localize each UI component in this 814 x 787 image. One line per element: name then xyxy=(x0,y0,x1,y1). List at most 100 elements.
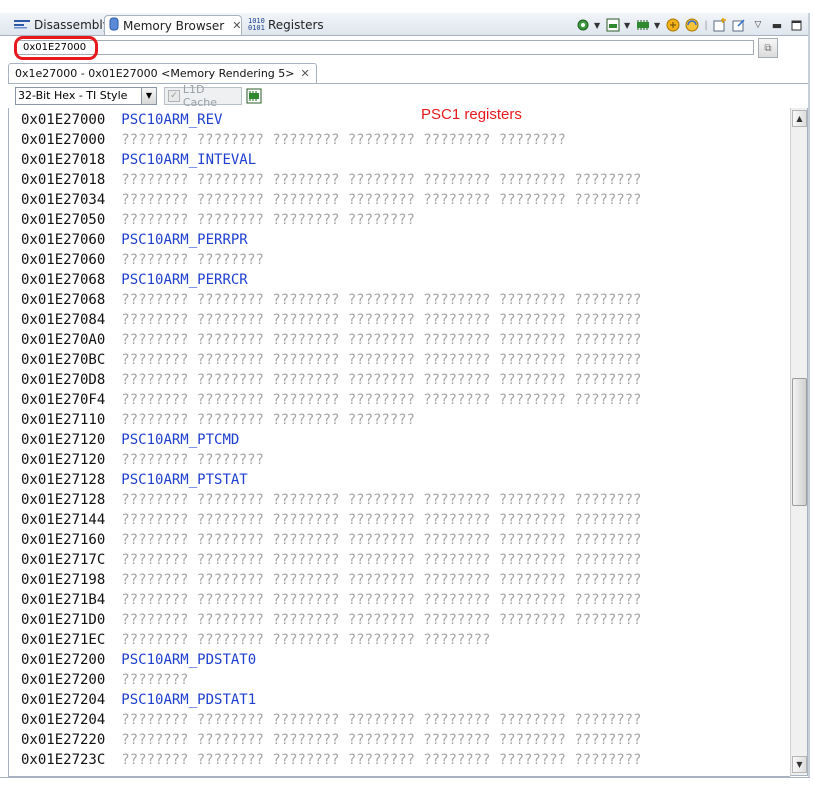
view-menu-icon[interactable]: ▽ xyxy=(750,17,766,33)
chevron-down-icon[interactable]: ▼ xyxy=(141,88,156,104)
memory-values: ???????? ???????? ???????? ???????? ????… xyxy=(121,752,642,768)
memory-data-row[interactable]: 0x01E270F4 ???????? ???????? ???????? ???… xyxy=(21,390,641,410)
register-label-row[interactable]: 0x01E27060 PSC10ARM_PERRPR xyxy=(21,230,248,250)
memory-data-row[interactable]: 0x01E27110 ???????? ???????? ???????? ???… xyxy=(21,410,415,430)
memory-data-row[interactable]: 0x01E27060 ???????? ???????? xyxy=(21,250,264,270)
memory-data-row[interactable]: 0x01E270D8 ???????? ???????? ???????? ???… xyxy=(21,370,641,390)
vertical-scrollbar[interactable]: ▲ ▼ xyxy=(790,108,808,776)
memory-data-row[interactable]: 0x01E27034 ???????? ???????? ???????? ???… xyxy=(21,190,641,210)
memory-address: 0x01E27220 xyxy=(21,732,106,748)
memory-data-row[interactable]: 0x01E271EC ???????? ???????? ???????? ???… xyxy=(21,630,490,650)
memory-address: 0x01E2723C xyxy=(21,752,106,768)
go-button[interactable]: ⧉ xyxy=(758,38,778,58)
memory-address: 0x01E270A0 xyxy=(21,332,106,348)
memory-view[interactable]: 0x01E27000 PSC10ARM_REV 0x01E27000????????… xyxy=(8,108,790,777)
memory-address: 0x01E270F4 xyxy=(21,392,106,408)
register-label: PSC10ARM_PDSTAT0 xyxy=(121,652,257,668)
scrollbar-thumb[interactable] xyxy=(792,378,807,506)
pin-view-icon[interactable] xyxy=(731,17,747,33)
scroll-up-button[interactable]: ▲ xyxy=(792,110,807,127)
refresh-icon[interactable] xyxy=(684,17,700,33)
memory-address: 0x01E27204 xyxy=(21,712,106,728)
memory-address: 0x01E27200 xyxy=(21,652,106,668)
memory-address: 0x01E270D8 xyxy=(21,372,106,388)
memory-values: ???????? ???????? ???????? ???????? ????… xyxy=(121,492,642,508)
memory-address: 0x01E270BC xyxy=(21,352,106,368)
cache-checkbox: ✓ xyxy=(168,90,180,102)
register-label-row[interactable]: 0x01E27068 PSC10ARM_PERRCR xyxy=(21,270,248,290)
memory-data-row[interactable]: 0x01E27220 ???????? ???????? ???????? ???… xyxy=(21,730,641,750)
chip-icon[interactable] xyxy=(246,88,262,104)
register-label-row[interactable]: 0x01E27128 PSC10ARM_PTSTAT xyxy=(21,470,248,490)
memory-data-row[interactable]: 0x01E270A0 ???????? ???????? ???????? ???… xyxy=(21,330,641,350)
close-icon[interactable]: ✕ xyxy=(301,67,310,80)
memory-data-row[interactable]: 0x01E271B4 ???????? ???????? ???????? ???… xyxy=(21,590,641,610)
memory-data-row[interactable]: 0x01E27160 ???????? ???????? ???????? ???… xyxy=(21,530,641,550)
memory-values: ???????? ???????? ???????? ???????? xyxy=(121,412,415,428)
format-toolbar: 32-Bit Hex - TI Style ▼ ✓ L1D Cache xyxy=(8,83,810,109)
memory-data-row[interactable]: 0x01E2723C ???????? ???????? ???????? ???… xyxy=(21,750,641,770)
disassembly-icon xyxy=(14,18,30,32)
address-input[interactable] xyxy=(16,40,754,55)
memory-data-row[interactable]: 0x01E27018 ???????? ???????? ???????? ???… xyxy=(21,170,641,190)
chevron-down-icon[interactable]: ▼ xyxy=(624,21,632,30)
memory-values: ???????? ???????? ???????? ???????? ????… xyxy=(121,352,642,368)
memory-data-row[interactable]: 0x01E2717C ???????? ???????? ???????? ???… xyxy=(21,550,641,570)
tab-memory-browser[interactable]: Memory Browser ✕ xyxy=(104,15,242,35)
view-toolbar: ▼ ▼ ▼ | ▽ ▬ xyxy=(575,15,804,35)
chip-icon[interactable] xyxy=(635,17,651,33)
register-label: PSC10ARM_PDSTAT1 xyxy=(121,692,257,708)
format-select[interactable]: 32-Bit Hex - TI Style ▼ xyxy=(15,87,157,105)
tab-disassembly[interactable]: Disassembly xyxy=(10,15,114,35)
tab-registers[interactable]: 1010 0101 Registers xyxy=(244,15,328,35)
register-label: PSC10ARM_PERRCR xyxy=(121,272,248,288)
tab-label: Memory Browser xyxy=(123,18,225,33)
memory-address: 0x01E27068 xyxy=(21,272,106,288)
memory-data-row[interactable]: 0x01E27198 ???????? ???????? ???????? ???… xyxy=(21,570,641,590)
register-label-row[interactable]: 0x01E27120 PSC10ARM_PTCMD xyxy=(21,430,239,450)
cache-label: L1D Cache xyxy=(182,83,218,109)
chevron-down-icon[interactable]: ▼ xyxy=(654,21,662,30)
maximize-icon[interactable] xyxy=(788,17,804,33)
memory-address: 0x01E27160 xyxy=(21,532,106,548)
close-icon[interactable]: ✕ xyxy=(232,19,241,32)
import-icon[interactable] xyxy=(665,17,681,33)
memory-address: 0x01E27200 xyxy=(21,672,106,688)
rendering-tab-bar: 0x1e27000 - 0x01E27000 <Memory Rendering… xyxy=(8,61,810,84)
memory-values: ???????? ???????? ???????? ???????? ????… xyxy=(121,192,642,208)
memory-data-row[interactable]: 0x01E27144 ???????? ???????? ???????? ???… xyxy=(21,510,641,530)
chevron-down-icon[interactable]: ▼ xyxy=(594,21,602,30)
memory-values: ???????? ???????? ???????? ???????? ????… xyxy=(121,332,642,348)
memory-data-row[interactable]: 0x01E27128 ???????? ???????? ???????? ???… xyxy=(21,490,641,510)
memory-data-row[interactable]: 0x01E27000 ???????? ???????? ???????? ???… xyxy=(21,130,566,150)
memory-address: 0x01E27198 xyxy=(21,572,106,588)
register-label: PSC10ARM_PTCMD xyxy=(121,432,240,448)
register-label-row[interactable]: 0x01E27000 PSC10ARM_REV xyxy=(21,110,222,130)
memory-address: 0x01E271B4 xyxy=(21,592,106,608)
register-label-row[interactable]: 0x01E27200 PSC10ARM_PDSTAT0 xyxy=(21,650,256,670)
memory-address: 0x01E27204 xyxy=(21,692,106,708)
memory-address: 0x01E27068 xyxy=(21,292,106,308)
memory-values: ???????? ???????? xyxy=(121,252,264,268)
scroll-down-button[interactable]: ▼ xyxy=(792,756,807,773)
memory-data-row[interactable]: 0x01E27204 ???????? ???????? ???????? ???… xyxy=(21,710,641,730)
memory-values: ???????? ???????? ???????? ???????? ????… xyxy=(121,552,642,568)
memory-data-row[interactable]: 0x01E271D0 ???????? ???????? ???????? ???… xyxy=(21,610,641,630)
memory-data-row[interactable]: 0x01E27050 ???????? ???????? ???????? ???… xyxy=(21,210,415,230)
memory-data-row[interactable]: 0x01E27120 ???????? ???????? xyxy=(21,450,264,470)
memory-data-row[interactable]: 0x01E270BC ???????? ???????? ???????? ???… xyxy=(21,350,641,370)
gear-icon[interactable] xyxy=(575,17,591,33)
register-label-row[interactable]: 0x01E27018 PSC10ARM_INTEVAL xyxy=(21,150,256,170)
memory-values: ???????? ???????? ???????? ???????? ????… xyxy=(121,512,642,528)
memory-address: 0x01E27128 xyxy=(21,492,106,508)
memory-data-row[interactable]: 0x01E27068 ???????? ???????? ???????? ???… xyxy=(21,290,641,310)
register-label-row[interactable]: 0x01E27204 PSC10ARM_PDSTAT1 xyxy=(21,690,256,710)
memory-address: 0x01E27000 xyxy=(21,112,106,128)
minimize-icon[interactable]: ▬ xyxy=(769,17,785,33)
new-view-icon[interactable] xyxy=(712,17,728,33)
memory-data-row[interactable]: 0x01E27200???????? xyxy=(21,670,188,690)
address-bar: ⧉ xyxy=(0,36,810,60)
memory-data-row[interactable]: 0x01E27084 ???????? ???????? ???????? ???… xyxy=(21,310,641,330)
tab-memory-rendering[interactable]: 0x1e27000 - 0x01E27000 <Memory Rendering… xyxy=(8,63,317,83)
new-rendering-icon[interactable] xyxy=(605,17,621,33)
